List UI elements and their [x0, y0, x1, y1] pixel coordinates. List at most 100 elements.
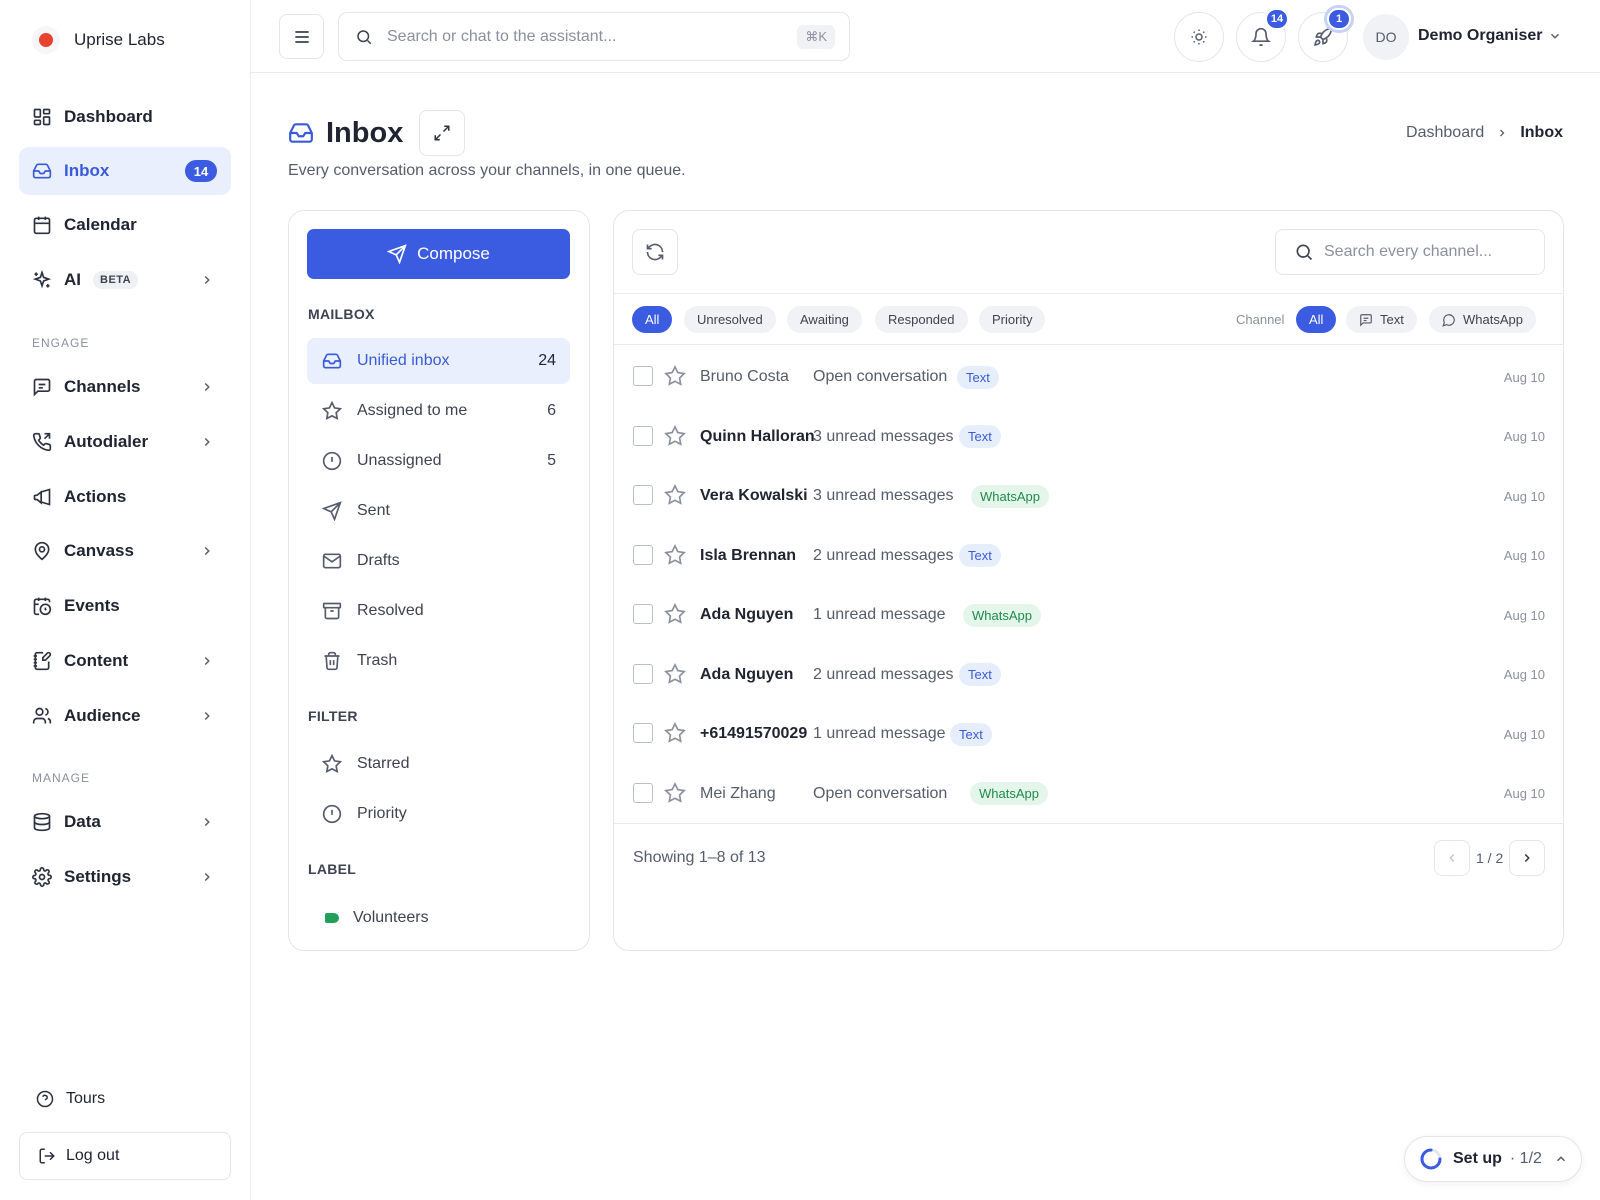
user-name[interactable]: Demo Organiser: [1418, 27, 1542, 45]
chevron-right-icon: [200, 815, 214, 829]
status-filter-priority[interactable]: Priority: [979, 306, 1046, 333]
sidebar-item-calendar[interactable]: Calendar: [19, 201, 231, 249]
channel-filter-text-label: Text: [1380, 312, 1404, 327]
inbox-icon: [288, 120, 314, 146]
sidebar-item-label: Dashboard: [64, 107, 153, 126]
sidebar: Uprise Labs Dashboard Inbox 14 Calendar …: [0, 0, 251, 1200]
conversation-search-input[interactable]: [1324, 243, 1534, 261]
row-checkbox[interactable]: [633, 723, 653, 743]
mailbox-item-trash[interactable]: Trash: [307, 638, 570, 684]
conversation-row[interactable]: Isla Brennan 2 unread messages Text Aug 10: [614, 526, 1563, 586]
expand-button[interactable]: [419, 110, 466, 156]
conversation-row[interactable]: Quinn Halloran 3 unread messages Text Aug 1…: [614, 407, 1563, 467]
status-filter-all[interactable]: All: [632, 306, 673, 333]
channel-tag: Text: [959, 425, 1001, 448]
tours-link[interactable]: Tours: [36, 1090, 105, 1108]
prev-page-button[interactable]: [1434, 840, 1470, 876]
refresh-button[interactable]: [632, 229, 678, 275]
launch-badge: 1: [1327, 8, 1351, 30]
row-date: Aug 10: [1503, 667, 1545, 682]
row-checkbox[interactable]: [633, 604, 653, 624]
brand-logo: [32, 26, 60, 54]
sidebar-item-events[interactable]: Events: [19, 582, 231, 630]
sidebar-item-autodialer[interactable]: Autodialer: [19, 418, 231, 466]
conversation-row[interactable]: +61491570029 1 unread message Text Aug 10: [614, 704, 1563, 764]
sidebar-item-inbox[interactable]: Inbox 14: [19, 147, 231, 195]
theme-toggle-button[interactable]: [1174, 12, 1224, 62]
global-search-input[interactable]: [387, 27, 777, 46]
channel-filter-text[interactable]: Text: [1346, 306, 1417, 333]
next-page-button[interactable]: [1509, 840, 1545, 876]
dashboard-icon: [32, 107, 52, 127]
star-icon[interactable]: [664, 365, 686, 387]
chevron-right-icon: [200, 709, 214, 723]
contact-name: Ada Nguyen: [700, 606, 794, 623]
edit-icon: [32, 651, 52, 671]
star-icon[interactable]: [664, 484, 686, 506]
star-icon[interactable]: [664, 781, 686, 804]
row-checkbox[interactable]: [633, 782, 653, 803]
sidebar-item-ai[interactable]: AI BETA: [19, 256, 231, 304]
mailbox-item-unified-inbox[interactable]: Unified inbox 24: [307, 338, 570, 384]
mailbox-item-resolved[interactable]: Resolved: [307, 588, 570, 634]
sidebar-item-audience[interactable]: Audience: [19, 692, 231, 740]
brand[interactable]: Uprise Labs: [32, 26, 165, 54]
conversation-row[interactable]: Mei Zhang Open conversation WhatsApp Aug 10: [614, 764, 1563, 824]
sidebar-item-settings[interactable]: Settings: [19, 853, 231, 901]
sidebar-item-label: Canvass: [64, 541, 134, 560]
mailbox-item-label: Sent: [357, 502, 390, 519]
row-checkbox[interactable]: [633, 663, 653, 684]
launch-button[interactable]: 1: [1298, 8, 1351, 62]
channel-tag: WhatsApp: [963, 603, 1041, 627]
chevron-up-icon: [1554, 1152, 1568, 1166]
sidebar-item-content[interactable]: Content: [19, 637, 231, 685]
sidebar-item-dashboard[interactable]: Dashboard: [19, 93, 231, 141]
filter-item-starred[interactable]: Starred: [307, 741, 570, 787]
compose-button[interactable]: Compose: [307, 229, 570, 279]
sidebar-item-actions[interactable]: Actions: [19, 473, 231, 521]
rocket-icon: [1313, 27, 1333, 47]
sidebar-item-canvass[interactable]: Canvass: [19, 527, 231, 575]
row-checkbox[interactable]: [633, 366, 653, 386]
mailbox-item-assigned-to-me[interactable]: Assigned to me 6: [307, 388, 570, 434]
status-filter-unresolved[interactable]: Unresolved: [684, 306, 776, 333]
search-icon: [1294, 242, 1314, 262]
conversation-row[interactable]: Bruno Costa Open conversation Text Aug 10: [614, 347, 1563, 407]
mailbox-panel: Compose MAILBOX Unified inbox 24 Assigne…: [288, 210, 590, 951]
setup-progress-button[interactable]: Set up · 1/2: [1404, 1136, 1582, 1182]
star-icon[interactable]: [664, 722, 686, 744]
chevron-down-icon[interactable]: [1548, 29, 1562, 43]
status-filter-awaiting[interactable]: Awaiting: [787, 306, 862, 333]
sidebar-item-label: Calendar: [64, 215, 137, 234]
avatar[interactable]: DO: [1363, 14, 1409, 60]
mailbox-item-drafts[interactable]: Drafts: [307, 538, 570, 584]
star-icon[interactable]: [664, 662, 686, 685]
row-checkbox[interactable]: [633, 485, 653, 505]
help-icon: [36, 1090, 54, 1108]
star-icon[interactable]: [664, 424, 686, 447]
channel-filter-all[interactable]: All: [1296, 306, 1337, 333]
conversation-row[interactable]: Ada Nguyen 1 unread message WhatsApp Aug 10: [614, 585, 1563, 645]
mailbox-section-label: MAILBOX: [308, 306, 375, 322]
breadcrumb-dashboard[interactable]: Dashboard: [1406, 124, 1484, 142]
sidebar-item-channels[interactable]: Channels: [19, 363, 231, 411]
star-icon[interactable]: [664, 603, 686, 625]
menu-button[interactable]: [279, 14, 324, 59]
row-checkbox[interactable]: [633, 544, 653, 565]
notifications-button[interactable]: 14: [1236, 8, 1289, 62]
mailbox-item-sent[interactable]: Sent: [307, 488, 570, 534]
megaphone-icon: [32, 487, 52, 507]
row-checkbox[interactable]: [633, 425, 653, 446]
mailbox-item-unassigned[interactable]: Unassigned 5: [307, 438, 570, 484]
logout-button[interactable]: Log out: [19, 1132, 231, 1180]
conversation-row[interactable]: Vera Kowalski 3 unread messages WhatsApp Au…: [614, 466, 1563, 526]
mailbox-item-label: Trash: [357, 652, 398, 669]
conversation-row[interactable]: Ada Nguyen 2 unread messages Text Aug 10: [614, 645, 1563, 705]
search-icon: [355, 28, 373, 46]
status-filter-responded[interactable]: Responded: [875, 306, 968, 333]
label-item-volunteers[interactable]: Volunteers: [307, 895, 570, 941]
channel-filter-whatsapp[interactable]: WhatsApp: [1429, 306, 1536, 333]
filter-item-priority[interactable]: Priority: [307, 791, 570, 837]
star-icon[interactable]: [664, 543, 686, 566]
sidebar-item-data[interactable]: Data: [19, 798, 231, 846]
